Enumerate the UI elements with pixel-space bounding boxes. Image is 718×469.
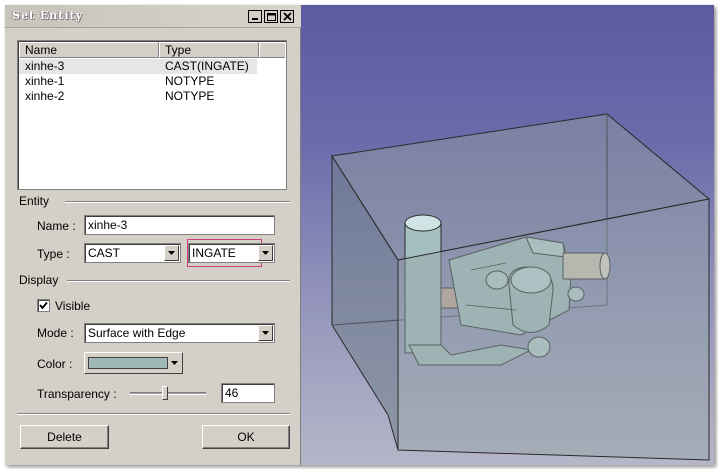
dropdown-arrow-icon [171, 361, 178, 365]
list-item[interactable]: xinhe-1 NOTYPE [19, 74, 257, 89]
ok-button[interactable]: OK [202, 425, 290, 449]
display-group-divider [67, 280, 290, 282]
entity-list[interactable]: Name Type xinhe-3 CAST(INGATE) xinhe-1 N… [17, 40, 287, 190]
bottom-divider [17, 413, 290, 415]
subtype-select-value: INGATE [192, 246, 236, 260]
delete-button[interactable]: Delete [20, 425, 109, 449]
minimize-icon [252, 17, 258, 20]
column-header-name[interactable]: Name [19, 42, 159, 58]
window-title: Set Entity [12, 9, 83, 22]
column-header-filler [259, 42, 285, 58]
set-entity-dialog: Set Entity Name Type xinhe-3 CAST(INGATE… [5, 5, 301, 465]
list-item-type: NOTYPE [165, 89, 215, 103]
dropdown-arrow-icon[interactable] [258, 325, 273, 341]
list-item-type: CAST(INGATE) [165, 59, 249, 73]
list-item-name: xinhe-1 [25, 74, 65, 88]
list-item[interactable]: xinhe-3 CAST(INGATE) [19, 59, 257, 74]
visible-label: Visible [55, 299, 91, 313]
transparency-field[interactable]: 46 [221, 383, 275, 403]
transparency-slider-thumb[interactable] [162, 386, 169, 400]
type-select[interactable]: CAST [84, 243, 181, 263]
close-icon [282, 12, 292, 21]
dropdown-arrow-icon[interactable] [258, 245, 273, 261]
list-header: Name Type [19, 42, 285, 58]
transparency-label: Transparency : [37, 387, 117, 401]
subtype-select[interactable]: INGATE [188, 243, 275, 263]
maximize-button[interactable] [264, 10, 278, 23]
name-field[interactable]: xinhe-3 [84, 215, 275, 235]
list-item-type: NOTYPE [165, 74, 215, 88]
mode-select-value: Surface with Edge [88, 326, 186, 340]
color-label: Color : [37, 357, 73, 371]
title-bar[interactable]: Set Entity [5, 5, 301, 28]
list-item[interactable]: xinhe-2 NOTYPE [19, 89, 257, 104]
type-label: Type : [37, 247, 70, 261]
entity-group-divider [65, 201, 290, 203]
column-header-type[interactable]: Type [159, 42, 259, 58]
display-group-label: Display [19, 273, 59, 287]
type-select-value: CAST [88, 246, 121, 260]
name-label: Name : [37, 219, 76, 233]
maximize-icon [266, 12, 276, 21]
checkmark-icon [39, 301, 48, 310]
3d-scene [331, 113, 711, 461]
color-swatch [88, 357, 168, 369]
dropdown-arrow-icon[interactable] [164, 245, 179, 261]
visible-checkbox[interactable] [37, 299, 50, 312]
color-picker-button[interactable] [84, 352, 183, 374]
minimize-button[interactable] [248, 10, 262, 23]
list-item-name: xinhe-3 [25, 59, 65, 73]
mode-label: Mode : [37, 326, 74, 340]
list-item-name: xinhe-2 [25, 89, 65, 103]
mode-select[interactable]: Surface with Edge [84, 323, 275, 343]
3d-viewport[interactable] [301, 5, 714, 465]
close-button[interactable] [280, 10, 294, 23]
entity-group-label: Entity [19, 194, 50, 208]
